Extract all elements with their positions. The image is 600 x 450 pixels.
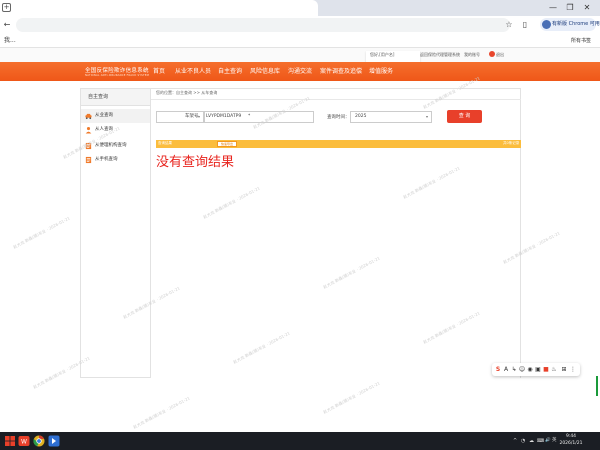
person-icon	[85, 126, 92, 134]
keyboard-icon[interactable]: ⌨	[537, 437, 544, 445]
svg-text:W: W	[21, 439, 27, 446]
greeting-text: 您好,[用户名]	[370, 52, 395, 57]
tray-app-icon[interactable]: ◔	[521, 437, 525, 445]
nav-risk-db[interactable]: 风险信息库	[250, 68, 280, 76]
sidebar-item-label: 从便理机构查询	[95, 143, 127, 148]
car-icon	[85, 113, 92, 120]
nav-bad-personnel[interactable]: 从业不良人员	[175, 68, 211, 76]
vin-input-value: LVYPDM1DATP9	[206, 114, 242, 119]
nav-case-investigation[interactable]: 案件调查及追偿	[320, 68, 362, 76]
sidebar-item-phone[interactable]: 从手机查询	[81, 153, 150, 167]
query-time-label: 查询时间：	[327, 115, 350, 120]
logout-link[interactable]: 退出	[496, 52, 504, 58]
grid-icon[interactable]: ⊞	[560, 365, 568, 374]
wps-icon[interactable]: W	[18, 435, 30, 447]
active-tab[interactable]: +	[0, 0, 318, 16]
minimize-button[interactable]: —	[546, 1, 560, 14]
nav-communication[interactable]: 沟通交流	[288, 68, 312, 76]
tray-expand-icon[interactable]: ^	[513, 437, 517, 445]
watermark: 赵大龙 新鑫(赣)车业 · 2026-01-21	[322, 380, 381, 415]
back-icon[interactable]: ←	[1, 19, 13, 31]
font-icon[interactable]: A	[502, 365, 510, 374]
app-icon[interactable]	[48, 435, 60, 447]
bookmarks-bar	[0, 34, 600, 48]
clock-time: 9:44	[565, 434, 577, 439]
more-icon[interactable]: ⋮	[569, 365, 577, 374]
sidebar-item-label: 从业查询	[95, 113, 113, 118]
tools-icon[interactable]: ♨	[550, 365, 558, 374]
close-window-button[interactable]: ✕	[580, 1, 594, 14]
new-tab-icon[interactable]: +	[2, 3, 11, 12]
sidebar-item-vehicle[interactable]: 从业查询	[81, 109, 150, 123]
chevron-down-icon: ▾	[425, 114, 428, 119]
nav-self-query[interactable]: 自主查询	[218, 68, 242, 76]
breadcrumb: 您的位置：自主查询 >> 从车查询	[156, 90, 218, 95]
nav-value-added[interactable]: 增值服务	[369, 68, 393, 76]
taskbar	[0, 432, 600, 450]
search-type-select[interactable]: 车架号 ▾	[156, 111, 204, 123]
sidebar-item-label: 从手机查询	[95, 157, 118, 162]
keyboard-icon[interactable]: ▣	[534, 365, 542, 374]
profile-update-chip[interactable]: 有新版 Chrome 可用	[540, 18, 600, 31]
record-count: 共0条记录	[503, 141, 520, 145]
volume-icon[interactable]: 🔊	[545, 437, 551, 445]
main-panel	[151, 88, 521, 378]
ime-icon[interactable]: 英	[552, 437, 557, 445]
doc-icon	[85, 156, 92, 164]
site-top-strip	[0, 48, 600, 62]
site-logo[interactable]: 全国反保险欺诈信息系统	[85, 66, 149, 74]
nav-home[interactable]: 首页	[153, 68, 165, 76]
required-mark: *	[248, 114, 251, 119]
scroll-indicator[interactable]	[596, 376, 598, 396]
chrome-icon[interactable]	[33, 435, 45, 447]
year-select[interactable]: 2025 ▾	[350, 111, 432, 123]
sidebar-header: 自主查询	[81, 89, 150, 106]
result-title: 查询结果	[158, 141, 172, 145]
skin-icon[interactable]: ■	[542, 365, 550, 374]
search-type-value: 车架号	[185, 114, 199, 119]
my-account-link[interactable]: 我的账号	[464, 52, 480, 58]
bookmark-item[interactable]: 我...	[4, 34, 16, 48]
back-to-system-link[interactable]: 返回保险代理管理系统	[420, 52, 460, 58]
query-button[interactable]: 查 询	[447, 110, 482, 123]
export-button[interactable]: 快速导出	[217, 141, 237, 147]
profile-label: 有新版 Chrome 可用	[552, 21, 600, 27]
extensions-icon[interactable]: ▯	[519, 19, 531, 31]
all-bookmarks[interactable]: 所有书签	[571, 34, 591, 48]
voice-icon[interactable]: ◉	[526, 365, 534, 374]
taskbar-clock[interactable]: 9:44 2026/1/21	[558, 433, 584, 447]
avatar	[542, 20, 551, 29]
no-result-message: 没有查询结果	[156, 155, 235, 170]
watermark: 赵大龙 新鑫(赣)车业 · 2026-01-21	[132, 395, 191, 430]
chevron-down-icon: ▾	[197, 114, 200, 119]
maximize-button[interactable]: ❐	[563, 1, 577, 14]
punctuation-icon[interactable]: ↳	[510, 365, 518, 374]
year-value: 2025	[355, 114, 367, 119]
emoji-icon[interactable]: ☺	[518, 365, 526, 374]
cloud-icon[interactable]: ☁	[529, 437, 534, 445]
clock-date: 2026/1/21	[559, 441, 583, 446]
star-icon[interactable]: ☆	[503, 19, 515, 31]
divider	[151, 99, 521, 100]
sogou-icon[interactable]: S	[494, 365, 502, 374]
logout-icon[interactable]	[489, 51, 495, 57]
watermark: 赵大龙 新鑫(赣)车业 · 2026-01-21	[12, 215, 71, 250]
result-header-bar	[156, 140, 521, 148]
address-bar[interactable]	[16, 18, 510, 32]
site-logo-subtitle: NATIONAL ANTI-INSURANCE FRAUD SYSTEM	[85, 74, 150, 77]
windows-start-icon[interactable]	[4, 435, 16, 447]
